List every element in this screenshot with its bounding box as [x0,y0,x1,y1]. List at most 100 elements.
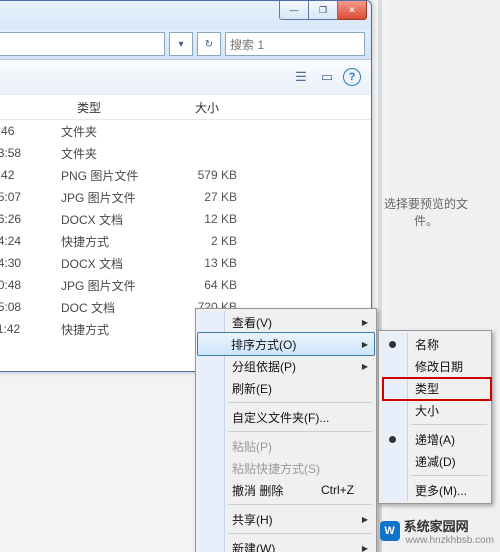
cell-type: DOC 文档 [61,299,171,316]
menu-separator [411,424,487,425]
menu-paste-shortcut: 粘贴快捷方式(S) [198,457,374,479]
column-headers[interactable]: 日期 类型 大小 [0,95,371,120]
menu-label: 大小 [415,402,439,419]
cell-date: /7/6 15:42 [0,168,61,182]
breadcrumb-box[interactable] [0,32,165,56]
menu-label: 分组依据(P) [232,358,296,375]
cell-date: /5/31 15:08 [0,300,61,314]
col-date[interactable]: 日期 [0,95,69,119]
address-bar: ▾ ↻ 搜索 1 [0,29,371,60]
menu-undo-delete[interactable]: 撤消 删除Ctrl+Z [198,479,374,501]
cell-size: 579 KB [171,168,251,182]
menu-label: 更多(M)... [415,482,467,499]
table-row[interactable]: /5/27 10:48JPG 图片文件64 KB [0,274,371,296]
watermark-logo-icon: W [380,521,400,541]
cell-date: /5/24 13:58 [0,146,61,160]
minimize-button[interactable]: — [279,0,309,20]
menu-refresh[interactable]: 刷新(E) [198,377,374,399]
help-icon[interactable]: ? [343,68,361,86]
menu-separator [228,431,372,432]
table-row[interactable]: /4/26 15:07JPG 图片文件27 KB [0,186,371,208]
menu-new[interactable]: 新建(W) [198,537,374,552]
search-placeholder: 搜索 1 [230,36,264,53]
menu-view[interactable]: 查看(V) [198,311,374,333]
menu-sort[interactable]: 排序方式(O) [197,332,375,356]
preview-pane-icon[interactable]: ▭ [317,67,337,87]
menu-separator [411,475,487,476]
menu-label: 撤消 删除 [232,482,283,499]
menu-label: 粘贴快捷方式(S) [232,460,320,477]
table-row[interactable]: /5/10 14:24快捷方式2 KB [0,230,371,252]
sort-asc[interactable]: 递增(A) [381,428,489,450]
close-button[interactable]: ✕ [338,0,367,20]
table-row[interactable]: /5/24 13:58文件夹 [0,142,371,164]
radio-icon [389,436,396,443]
cell-type: 快捷方式 [61,233,171,250]
cell-size: 27 KB [171,190,251,204]
cell-size: 2 KB [171,234,251,248]
menu-label: 新建(W) [232,540,275,552]
table-row[interactable]: /4/26 14:30DOCX 文档13 KB [0,252,371,274]
menu-label: 递减(D) [415,453,456,470]
refresh-icon[interactable]: ↻ [197,32,221,56]
watermark-url: www.hnzkhbsb.com [406,535,494,546]
table-row[interactable]: /5/31 16:26DOCX 文档12 KB [0,208,371,230]
address-dropdown-icon[interactable]: ▾ [169,32,193,56]
menu-label: 粘贴(P) [232,438,272,455]
sort-more[interactable]: 更多(M)... [381,479,489,501]
menu-label: 共享(H) [232,511,273,528]
sort-date[interactable]: 修改日期 [381,355,489,377]
cell-type: DOCX 文档 [61,255,171,272]
col-size[interactable]: 大小 [187,95,275,119]
radio-icon [389,341,396,348]
maximize-button[interactable]: ❐ [309,0,338,20]
screenshot-canvas: — ❐ ✕ ▾ ↻ 搜索 1 ☰ ▭ ? 日期 类型 大小 /6/2 13:46… [0,0,500,552]
menu-separator [228,504,372,505]
cell-type: 文件夹 [61,145,171,162]
menu-label: 排序方式(O) [231,336,296,353]
context-menu: 查看(V) 排序方式(O) 分组依据(P) 刷新(E) 自定义文件夹(F)...… [195,308,377,552]
cell-type: 文件夹 [61,123,171,140]
cell-type: 快捷方式 [61,321,171,338]
sort-size[interactable]: 大小 [381,399,489,421]
table-row[interactable]: /6/2 13:46文件夹 [0,120,371,142]
menu-paste: 粘贴(P) [198,435,374,457]
cell-type: DOCX 文档 [61,211,171,228]
cell-type: JPG 图片文件 [61,277,171,294]
window-buttons: — ❐ ✕ [279,0,367,20]
sort-submenu: 名称 修改日期 类型 大小 递增(A) 递减(D) 更多(M)... [378,330,492,504]
file-list[interactable]: /6/2 13:46文件夹 /5/24 13:58文件夹 /7/6 15:42P… [0,120,371,340]
command-bar: ☰ ▭ ? [0,60,371,95]
col-type[interactable]: 类型 [69,95,187,119]
menu-label: 修改日期 [415,358,463,375]
cell-date: /4/26 15:07 [0,190,61,204]
cell-date: /4/26 14:30 [0,256,61,270]
cell-date: /5/31 16:26 [0,212,61,226]
search-input[interactable]: 搜索 1 [225,32,365,56]
cell-date: /5/10 14:24 [0,234,61,248]
sort-type[interactable]: 类型 [381,377,489,399]
menu-group[interactable]: 分组依据(P) [198,355,374,377]
cell-type: PNG 图片文件 [61,167,171,184]
menu-label: 类型 [415,380,439,397]
preview-pane: 选择要预览的文件。 [378,62,474,362]
menu-label: 自定义文件夹(F)... [232,409,329,426]
menu-share[interactable]: 共享(H) [198,508,374,530]
sort-name[interactable]: 名称 [381,333,489,355]
cell-type: JPG 图片文件 [61,189,171,206]
watermark-brand: 系统家园网 [404,516,494,535]
menu-label: 递增(A) [415,431,455,448]
menu-separator [228,402,372,403]
preview-empty-text: 选择要预览的文件。 [378,195,474,229]
view-options-icon[interactable]: ☰ [291,67,311,87]
menu-label: 刷新(E) [232,380,272,397]
cell-size: 12 KB [171,212,251,226]
watermark: W 系统家园网 www.hnzkhbsb.com [380,516,494,546]
menu-separator [228,533,372,534]
menu-label: 查看(V) [232,314,272,331]
table-row[interactable]: /7/6 15:42PNG 图片文件579 KB [0,164,371,186]
cell-size: 64 KB [171,278,251,292]
menu-customize[interactable]: 自定义文件夹(F)... [198,406,374,428]
titlebar[interactable]: — ❐ ✕ [0,1,371,29]
sort-desc[interactable]: 递减(D) [381,450,489,472]
